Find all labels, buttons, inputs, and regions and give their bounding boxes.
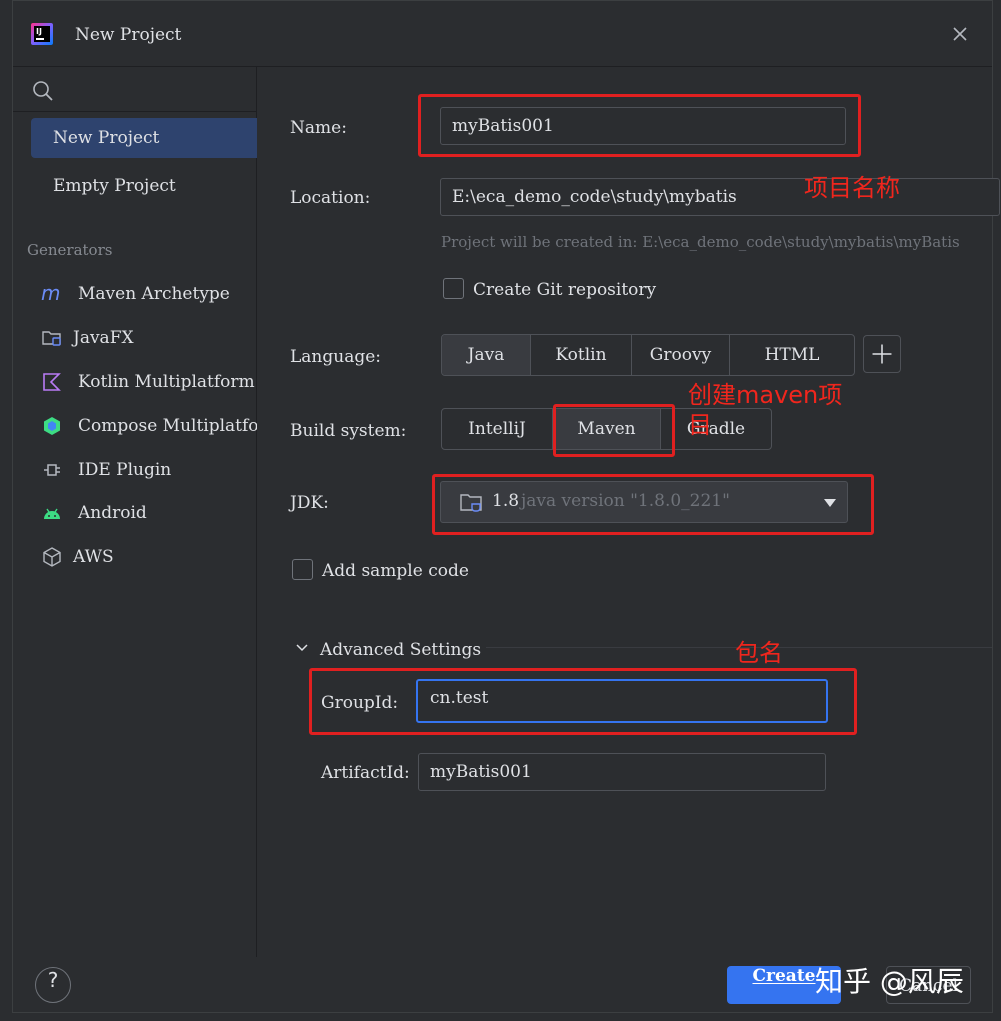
annotation-name-box — [418, 94, 861, 157]
generator-android[interactable]: Android — [41, 498, 257, 528]
background-window-bottom — [0, 1013, 1001, 1021]
generator-label: Maven Archetype — [78, 284, 230, 304]
generator-label: IDE Plugin — [78, 460, 172, 480]
title-bar: IJ New Project — [13, 1, 992, 67]
sidebar-item-label: New Project — [53, 128, 160, 148]
annotation-project-name: 项目名称 — [804, 174, 900, 202]
generators-heading: Generators — [27, 241, 113, 259]
sidebar: New Project Empty Project Generators m M… — [13, 67, 257, 957]
location-label: Location: — [290, 188, 371, 208]
close-icon[interactable] — [949, 23, 971, 45]
compose-icon — [44, 417, 60, 435]
sample-code-checkbox[interactable] — [292, 559, 313, 580]
create-button-label: Create — [752, 966, 816, 986]
add-language-icon[interactable] — [863, 335, 901, 373]
language-selector: Java Kotlin Groovy HTML — [441, 334, 855, 376]
generator-label: JavaFX — [73, 328, 134, 348]
generator-javafx[interactable]: JavaFX — [41, 323, 257, 353]
sample-code-label[interactable]: Add sample code — [322, 561, 469, 581]
kotlin-icon — [43, 373, 61, 391]
generator-ide-plugin[interactable]: IDE Plugin — [41, 455, 257, 485]
sidebar-item-new-project[interactable]: New Project — [31, 118, 257, 158]
annotation-create-maven: 创建maven项目 — [688, 381, 843, 439]
annotation-package-name: 包名 — [735, 639, 783, 667]
generator-maven-archetype[interactable]: m Maven Archetype — [41, 279, 257, 309]
folder-icon — [42, 331, 61, 346]
intellij-logo-icon: IJ — [31, 23, 53, 45]
annotation-groupid-box — [309, 668, 857, 735]
plugin-icon — [44, 464, 60, 476]
language-kotlin-button[interactable]: Kotlin — [531, 335, 632, 375]
maven-icon: m — [41, 283, 60, 305]
chevron-down-icon[interactable] — [295, 641, 309, 655]
advanced-settings-toggle[interactable]: Advanced Settings — [320, 640, 481, 660]
build-system-label: Build system: — [290, 421, 407, 441]
generator-label: Compose Multiplatform — [78, 416, 257, 436]
generator-compose-multiplatform[interactable]: Compose Multiplatform — [41, 411, 257, 441]
sidebar-item-label: Empty Project — [53, 176, 176, 196]
annotation-maven-box — [553, 404, 675, 457]
name-label: Name: — [290, 118, 347, 138]
android-icon — [44, 508, 60, 519]
artifactid-input[interactable]: myBatis001 — [418, 753, 826, 791]
generator-kotlin-multiplatform[interactable]: Kotlin Multiplatform — [41, 367, 257, 397]
language-java-button[interactable]: Java — [442, 335, 531, 375]
jdk-label: JDK: — [290, 493, 329, 513]
sidebar-divider — [13, 111, 257, 112]
generator-label: AWS — [73, 547, 114, 567]
artifactid-label: ArtifactId: — [321, 763, 410, 783]
sidebar-item-empty-project[interactable]: Empty Project — [31, 166, 257, 206]
git-checkbox[interactable] — [443, 278, 464, 299]
generator-label: Kotlin Multiplatform — [78, 372, 255, 392]
background-window-left — [0, 0, 12, 1021]
svg-text:m: m — [41, 283, 60, 305]
git-checkbox-label[interactable]: Create Git repository — [473, 280, 656, 300]
build-intellij-button[interactable]: IntelliJ — [442, 409, 553, 449]
annotation-jdk-box — [432, 474, 874, 535]
background-window-right — [993, 0, 1001, 1021]
location-input[interactable]: E:\eca_demo_code\study\mybatis — [440, 178, 1000, 216]
language-label: Language: — [290, 347, 382, 367]
help-button[interactable]: ? — [35, 967, 71, 1003]
language-groovy-button[interactable]: Groovy — [632, 335, 730, 375]
search-icon[interactable] — [31, 79, 55, 103]
location-hint: Project will be created in: E:\eca_demo_… — [441, 233, 960, 251]
aws-icon — [43, 547, 61, 567]
watermark: 知乎 @风辰 — [815, 965, 964, 998]
language-html-button[interactable]: HTML — [730, 335, 854, 375]
generator-aws[interactable]: AWS — [41, 542, 257, 572]
generator-label: Android — [78, 503, 147, 523]
dialog-title: New Project — [75, 25, 182, 45]
